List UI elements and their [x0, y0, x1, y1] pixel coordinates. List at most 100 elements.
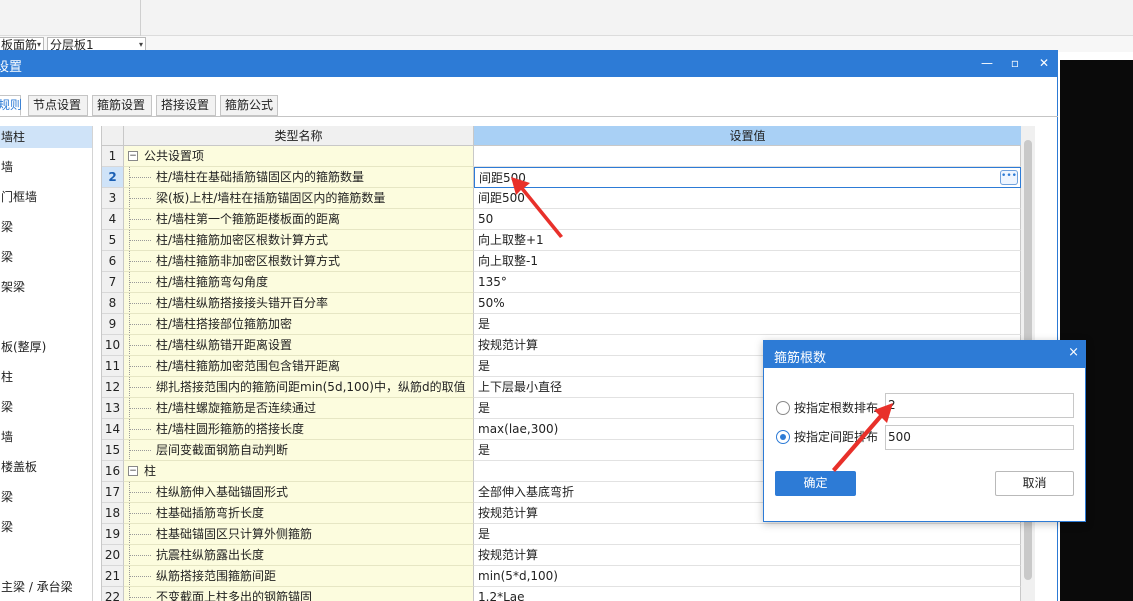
tree-branch-line — [129, 282, 151, 283]
table-row[interactable]: 9 柱/墙柱搭接部位箍筋加密 是 — [102, 314, 1021, 335]
setting-value-cell[interactable]: 间距500 ••• — [474, 167, 1021, 188]
list-item[interactable] — [0, 546, 92, 568]
list-item[interactable]: 墙 — [0, 156, 92, 178]
table-row[interactable]: 6 柱/墙柱箍筋非加密区根数计算方式 向上取整-1 — [102, 251, 1021, 272]
item-label: 柱/墙柱第一个箍筋距楼板面的距离 — [156, 212, 341, 226]
item-label: 梁(板)上柱/墙柱在插筋锚固区内的箍筋数量 — [156, 191, 386, 205]
item-label: 不变截面上柱多出的钢筋锚固 — [156, 590, 313, 601]
setting-value-cell[interactable]: 135° — [474, 272, 1021, 293]
type-name-cell: 柱/墙柱箍筋弯勾角度 — [124, 272, 474, 293]
tab-node-settings[interactable]: 节点设置 — [28, 95, 88, 116]
table-row[interactable]: 21 纵筋搭接范围箍筋间距 min(5*d,100) — [102, 566, 1021, 587]
group-row[interactable]: 1− 公共设置项 — [102, 146, 1021, 167]
list-item[interactable]: 架梁 — [0, 276, 92, 298]
setting-value-cell[interactable]: 50% — [474, 293, 1021, 314]
list-item[interactable]: 门框墙 — [0, 186, 92, 208]
type-name-cell: 柱/墙柱箍筋加密范围包含错开距离 — [124, 356, 474, 377]
row-number: 3 — [102, 188, 124, 209]
row-number: 15 — [102, 440, 124, 461]
table-row[interactable]: 3 梁(板)上柱/墙柱在插筋锚固区内的箍筋数量 间距500 — [102, 188, 1021, 209]
minimize-icon[interactable]: — — [977, 54, 997, 72]
table-row[interactable]: 5 柱/墙柱箍筋加密区根数计算方式 向上取整+1 — [102, 230, 1021, 251]
close-icon[interactable]: × — [1068, 345, 1079, 360]
collapse-icon[interactable]: − — [128, 151, 138, 161]
list-item[interactable]: 梁 — [0, 516, 92, 538]
collapse-icon[interactable]: − — [128, 466, 138, 476]
table-row[interactable]: 8 柱/墙柱纵筋搭接接头错开百分率 50% — [102, 293, 1021, 314]
cancel-button[interactable]: 取消 — [995, 471, 1074, 496]
table-row[interactable]: 22 不变截面上柱多出的钢筋锚固 1.2*Lae — [102, 587, 1021, 601]
setting-value-cell[interactable]: 是 — [474, 524, 1021, 545]
setting-value: 按规范计算 — [478, 338, 539, 352]
list-item[interactable]: 板(整厚) — [0, 336, 92, 358]
type-name-cell: 柱/墙柱箍筋非加密区根数计算方式 — [124, 251, 474, 272]
setting-value-cell[interactable]: 50 — [474, 209, 1021, 230]
type-name-cell: 柱/墙柱第一个箍筋距楼板面的距离 — [124, 209, 474, 230]
list-item[interactable]: 主梁 / 承台梁 — [0, 576, 92, 598]
header-setting-value: 设置值 — [474, 126, 1021, 146]
list-item[interactable]: 墙 — [0, 426, 92, 448]
tab-lap-settings[interactable]: 搭接设置 — [156, 95, 216, 116]
tree-branch-line — [129, 387, 151, 388]
table-row[interactable]: 2 柱/墙柱在基础插筋锚固区内的箍筋数量 间距500 ••• — [102, 167, 1021, 188]
row-number: 18 — [102, 503, 124, 524]
list-item[interactable]: 楼盖板 — [0, 456, 92, 478]
app-toolbar — [0, 0, 1133, 36]
tab-stirrup-settings[interactable]: 箍筋设置 — [92, 95, 152, 116]
item-label: 柱纵筋伸入基础锚固形式 — [156, 485, 289, 499]
setting-value-cell[interactable]: 按规范计算 — [474, 545, 1021, 566]
type-name-cell: 不变截面上柱多出的钢筋锚固 — [124, 587, 474, 601]
row-number: 8 — [102, 293, 124, 314]
list-item[interactable]: 梁 — [0, 246, 92, 268]
tree-branch-line — [129, 345, 151, 346]
list-item[interactable] — [0, 306, 92, 328]
radio-button-selected[interactable] — [776, 430, 790, 444]
list-item[interactable]: 梁 — [0, 486, 92, 508]
setting-value: 50 — [478, 212, 494, 226]
list-item[interactable]: 梁 — [0, 216, 92, 238]
setting-value: 是 — [478, 443, 491, 457]
row-number: 12 — [102, 377, 124, 398]
table-row[interactable]: 20 抗震柱纵筋露出长度 按规范计算 — [102, 545, 1021, 566]
table-row[interactable]: 19 柱基础锚固区只计算外侧箍筋 是 — [102, 524, 1021, 545]
maximize-icon[interactable]: ▫ — [1005, 54, 1025, 72]
spacing-input[interactable]: 500 — [885, 425, 1074, 450]
table-row[interactable]: 7 柱/墙柱箍筋弯勾角度 135° — [102, 272, 1021, 293]
list-item[interactable]: 墙柱 — [0, 126, 92, 148]
type-name-cell: 柱/墙柱纵筋搭接接头错开百分率 — [124, 293, 474, 314]
ellipsis-icon[interactable]: ••• — [1000, 170, 1018, 185]
setting-value: 50% — [478, 296, 505, 310]
tree-branch-line — [129, 492, 151, 493]
setting-value: 135° — [478, 275, 507, 289]
setting-value-cell[interactable] — [474, 146, 1021, 167]
setting-value-cell[interactable]: 是 — [474, 314, 1021, 335]
setting-value-cell[interactable]: 间距500 — [474, 188, 1021, 209]
item-label: 柱/墙柱箍筋弯勾角度 — [156, 275, 269, 289]
type-name-cell: 柱/墙柱圆形箍筋的搭接长度 — [124, 419, 474, 440]
row-number: 4 — [102, 209, 124, 230]
row-number: 16 — [102, 461, 124, 482]
ok-button[interactable]: 确定 — [775, 471, 856, 496]
list-item[interactable]: 柱 — [0, 366, 92, 388]
item-label: 柱/墙柱在基础插筋锚固区内的箍筋数量 — [156, 170, 365, 184]
setting-value-cell[interactable]: 1.2*Lae — [474, 587, 1021, 601]
setting-value-cell[interactable]: 向上取整+1 — [474, 230, 1021, 251]
close-icon[interactable]: ✕ — [1034, 54, 1054, 72]
setting-value: 上下层最小直径 — [478, 380, 563, 394]
item-label: 柱/墙柱圆形箍筋的搭接长度 — [156, 422, 305, 436]
type-name-cell: 层间变截面钢筋自动判断 — [124, 440, 474, 461]
tab-rules[interactable]: 规则 — [0, 95, 22, 116]
tab-stirrup-formula[interactable]: 箍筋公式 — [220, 95, 278, 116]
list-item[interactable]: 梁 — [0, 396, 92, 418]
radio-button[interactable] — [776, 401, 790, 415]
setting-value-cell[interactable]: min(5*d,100) — [474, 566, 1021, 587]
count-input[interactable]: 2 — [885, 393, 1074, 418]
table-row[interactable]: 4 柱/墙柱第一个箍筋距楼板面的距离 50 — [102, 209, 1021, 230]
type-name-cell: 抗震柱纵筋露出长度 — [124, 545, 474, 566]
type-name-cell: 绑扎搭接范围内的箍筋间距min(5d,100)中，纵筋d的取值 — [124, 377, 474, 398]
setting-value-cell[interactable]: 向上取整-1 — [474, 251, 1021, 272]
tree-branch-line — [129, 408, 151, 409]
tree-branch-line — [129, 513, 151, 514]
tree-branch-line — [129, 240, 151, 241]
group-label: 柱 — [144, 464, 157, 478]
